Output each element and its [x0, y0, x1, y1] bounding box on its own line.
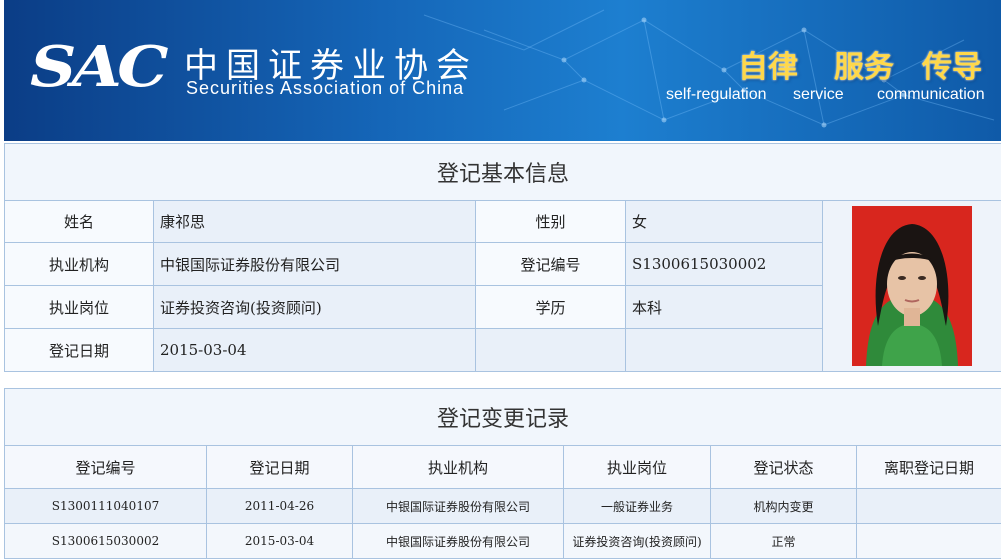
cell-institution: 中银国际证券股份有限公司: [353, 489, 564, 524]
reg-date-value: 2015-03-04: [154, 329, 476, 372]
cell-position: 证券投资咨询(投资顾问): [564, 524, 711, 559]
cell-institution: 中银国际证券股份有限公司: [353, 524, 564, 559]
institution-value: 中银国际证券股份有限公司: [154, 243, 476, 286]
column-header-status: 登记状态: [711, 446, 857, 489]
name-label: 姓名: [5, 201, 154, 243]
cell-reg-date: 2011-04-26: [207, 489, 353, 524]
column-header-leave-date: 离职登记日期: [857, 446, 1001, 489]
person-photo: [852, 206, 972, 366]
position-value: 证券投资咨询(投资顾问): [154, 286, 476, 329]
slogan-self-regulation: 自律: [738, 42, 798, 86]
cell-reg-no: S1300615030002: [5, 524, 207, 559]
cell-reg-date: 2015-03-04: [207, 524, 353, 559]
slogan-communication: 传导: [922, 42, 982, 86]
table-row: S1300615030002 2015-03-04 中银国际证券股份有限公司 证…: [5, 524, 1001, 559]
table-row: S1300111040107 2011-04-26 中银国际证券股份有限公司 一…: [5, 489, 1001, 524]
org-name-en: Securities Association of China: [186, 78, 464, 99]
basic-info-table: 登记基本信息 姓名 康祁思 性别 女: [4, 143, 1001, 372]
cell-leave-date: [857, 489, 1001, 524]
education-label: 学历: [476, 286, 626, 329]
slogan-service-en: service: [793, 86, 844, 104]
site-banner: SAC 中国证券业协会 Securities Association of Ch…: [4, 0, 1001, 141]
column-header-reg-date: 登记日期: [207, 446, 353, 489]
institution-label: 执业机构: [5, 243, 154, 286]
sac-logo: SAC: [30, 34, 164, 100]
column-header-reg-no: 登记编号: [5, 446, 207, 489]
cell-status: 正常: [711, 524, 857, 559]
column-header-position: 执业岗位: [564, 446, 711, 489]
reg-no-value: S1300615030002: [626, 243, 823, 286]
education-value: 本科: [626, 286, 823, 329]
slogan-self-regulation-en: self-regulation: [666, 86, 767, 104]
column-header-institution: 执业机构: [353, 446, 564, 489]
slogan-service: 服务: [834, 42, 894, 86]
slogan-communication-en: communication: [877, 86, 985, 104]
cell-reg-no: S1300111040107: [5, 489, 207, 524]
reg-no-label: 登记编号: [476, 243, 626, 286]
cell-leave-date: [857, 524, 1001, 559]
empty-cell: [626, 329, 823, 372]
change-records-title: 登记变更记录: [5, 389, 1001, 446]
empty-cell: [476, 329, 626, 372]
basic-info-title: 登记基本信息: [5, 144, 1001, 201]
position-label: 执业岗位: [5, 286, 154, 329]
name-value: 康祁思: [154, 201, 476, 243]
photo-cell: [823, 201, 1001, 372]
gender-label: 性别: [476, 201, 626, 243]
reg-date-label: 登记日期: [5, 329, 154, 372]
change-records-table: 登记变更记录 登记编号 登记日期 执业机构 执业岗位 登记状态 离职登记日期 S…: [4, 388, 1001, 559]
cell-status: 机构内变更: [711, 489, 857, 524]
cell-position: 一般证券业务: [564, 489, 711, 524]
gender-value: 女: [626, 201, 823, 243]
